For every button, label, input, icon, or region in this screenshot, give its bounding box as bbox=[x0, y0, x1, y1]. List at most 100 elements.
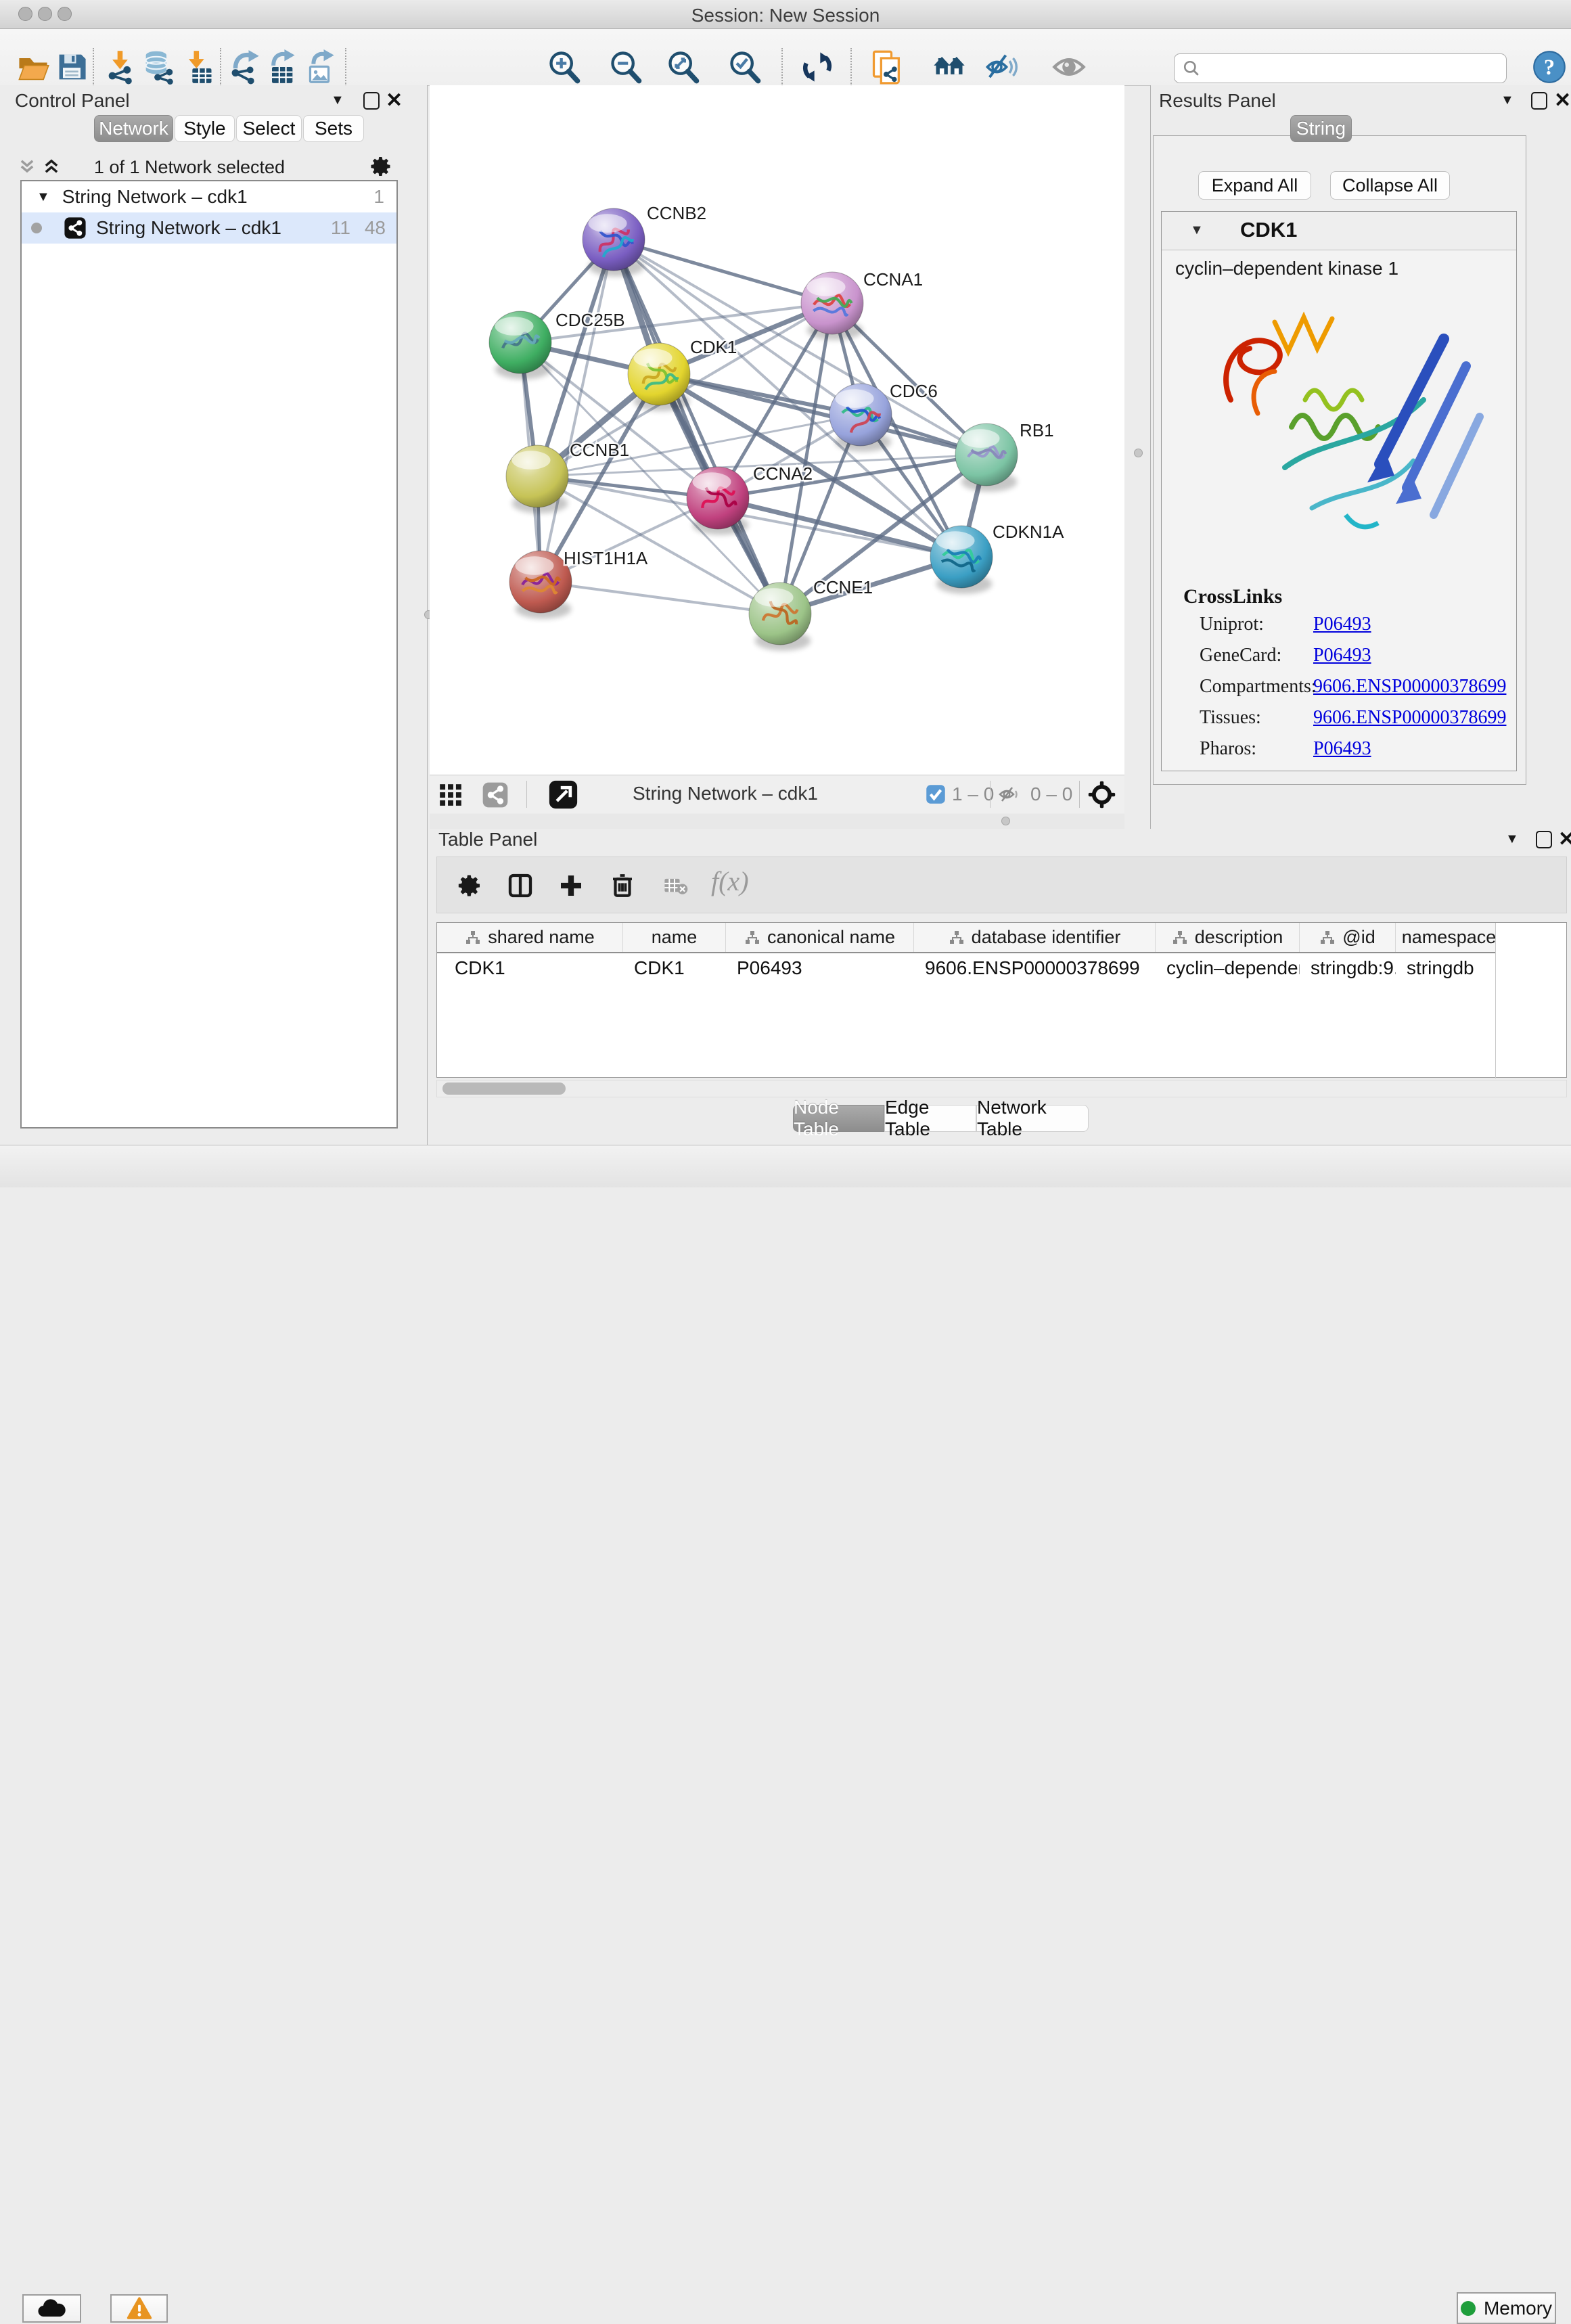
refresh-button[interactable] bbox=[798, 48, 836, 86]
crosslink-link[interactable]: P06493 bbox=[1313, 645, 1371, 666]
results-panel-menu-caret[interactable]: ▼ bbox=[1501, 93, 1514, 108]
control-panel-float-icon[interactable] bbox=[363, 92, 380, 110]
column-header[interactable]: @id bbox=[1300, 923, 1396, 952]
column-header[interactable]: canonical name bbox=[726, 923, 914, 952]
import-table-file-button[interactable] bbox=[179, 48, 217, 86]
scrollbar-thumb[interactable] bbox=[442, 1083, 566, 1095]
zoom-selected-button[interactable] bbox=[726, 48, 764, 86]
search-input[interactable] bbox=[1207, 58, 1498, 80]
table-panel-menu-caret[interactable]: ▼ bbox=[1505, 831, 1519, 847]
crosslink-link[interactable]: 9606.ENSP00000378699 bbox=[1313, 676, 1506, 698]
tab-sets[interactable]: Sets bbox=[303, 115, 364, 142]
column-header[interactable]: description bbox=[1156, 923, 1300, 952]
column-header[interactable]: name bbox=[623, 923, 726, 952]
table-scroll-area[interactable]: shared name name canonical name database… bbox=[436, 922, 1567, 1078]
add-column-icon[interactable] bbox=[557, 872, 585, 903]
clone-documents-icon bbox=[869, 49, 905, 85]
network-graph[interactable]: CCNB2CCNA1CDC25BCDK1CDC6RB1CCNB1CCNA2CDK… bbox=[430, 85, 1124, 775]
export-image-button[interactable] bbox=[300, 48, 338, 86]
results-panel-float-icon[interactable] bbox=[1531, 92, 1547, 110]
tab-network[interactable]: Network bbox=[94, 115, 173, 142]
node-rb1[interactable] bbox=[955, 424, 1018, 486]
column-header[interactable]: database identifier bbox=[914, 923, 1156, 952]
node-ccnb1[interactable] bbox=[506, 445, 568, 507]
table-cell[interactable]: cyclin–dependent ... bbox=[1156, 953, 1300, 983]
collapse-caret-icon[interactable]: ▼ bbox=[1190, 223, 1204, 238]
zoom-fit-button[interactable] bbox=[664, 48, 702, 86]
tab-select[interactable]: Select bbox=[236, 115, 302, 142]
table-horizontal-scrollbar[interactable] bbox=[436, 1080, 1567, 1097]
right-splitter-handle[interactable] bbox=[1134, 449, 1143, 457]
zoom-in-button[interactable] bbox=[545, 48, 583, 86]
network-options-gear-icon[interactable] bbox=[369, 154, 393, 182]
export-table-button[interactable] bbox=[262, 48, 300, 86]
crosslink-link[interactable]: 9606.ENSP00000378699 bbox=[1313, 707, 1506, 729]
birds-eye-view-icon[interactable] bbox=[1087, 780, 1116, 813]
node-cdk1[interactable] bbox=[628, 343, 690, 405]
memory-button[interactable]: Memory bbox=[1457, 2292, 1556, 2324]
import-network-database-button[interactable] bbox=[139, 48, 177, 86]
table-cell[interactable]: P06493 bbox=[726, 953, 914, 983]
node-cdc25b[interactable] bbox=[489, 311, 551, 373]
tree-expand-caret-icon[interactable]: ▼ bbox=[37, 189, 50, 205]
network-collection-row[interactable]: ▼ String Network – cdk1 1 bbox=[22, 181, 396, 212]
detach-view-button[interactable] bbox=[548, 779, 578, 813]
control-panel-close-icon[interactable]: ✕ bbox=[386, 91, 403, 111]
tab-string[interactable]: String bbox=[1290, 115, 1352, 142]
tab-style[interactable]: Style bbox=[175, 115, 235, 142]
table-panel-close-icon[interactable]: ✕ bbox=[1558, 829, 1571, 850]
column-header[interactable]: namespace bbox=[1396, 923, 1496, 952]
horizontal-splitter[interactable] bbox=[430, 814, 1124, 829]
table-panel-float-icon[interactable] bbox=[1536, 831, 1552, 848]
table-cell[interactable]: CDK1 bbox=[623, 953, 726, 983]
node-details-card: ▼ CDK1 cyclin–dependent kinase 1 CrossLi… bbox=[1161, 211, 1517, 771]
tab-network-table[interactable]: Network Table bbox=[976, 1105, 1089, 1132]
horizontal-splitter-handle[interactable] bbox=[1001, 817, 1010, 825]
selected-checkbox-icon[interactable] bbox=[926, 784, 946, 808]
table-cell[interactable]: stringdb bbox=[1396, 953, 1496, 983]
node-description: cyclin–dependent kinase 1 bbox=[1175, 258, 1398, 279]
clone-network-button[interactable] bbox=[868, 48, 906, 86]
table-cell[interactable]: stringdb:9... bbox=[1300, 953, 1396, 983]
network-row-selected[interactable]: String Network – cdk1 11 48 bbox=[22, 212, 396, 244]
collapse-all-button[interactable]: Collapse All bbox=[1330, 171, 1450, 200]
hide-selected-button[interactable] bbox=[982, 48, 1020, 86]
open-session-button[interactable] bbox=[14, 48, 52, 86]
node-details-header[interactable]: ▼ CDK1 bbox=[1162, 212, 1516, 250]
node-cdc6[interactable] bbox=[829, 384, 892, 446]
crosslink-link[interactable]: P06493 bbox=[1313, 738, 1371, 760]
table-cell[interactable]: CDK1 bbox=[437, 953, 623, 983]
network-canvas[interactable]: CCNB2CCNA1CDC25BCDK1CDC6RB1CCNB1CCNA2CDK… bbox=[430, 85, 1124, 775]
column-header[interactable]: shared name bbox=[437, 923, 623, 952]
results-panel-close-icon[interactable]: ✕ bbox=[1554, 91, 1571, 111]
export-network-button[interactable] bbox=[225, 48, 263, 86]
string-view-icon[interactable] bbox=[482, 781, 509, 812]
zoom-out-button[interactable] bbox=[607, 48, 645, 86]
show-columns-icon[interactable] bbox=[507, 872, 534, 903]
home-button[interactable] bbox=[930, 48, 968, 86]
control-panel-menu-caret[interactable]: ▼ bbox=[331, 93, 344, 108]
node-ccnb2[interactable] bbox=[583, 208, 645, 271]
tab-node-table[interactable]: Node Table bbox=[793, 1105, 884, 1132]
grid-view-icon[interactable] bbox=[438, 782, 463, 811]
delete-column-trash-icon[interactable] bbox=[608, 871, 637, 903]
toolbar-search[interactable] bbox=[1174, 53, 1507, 83]
cloud-status-button[interactable] bbox=[22, 2294, 81, 2323]
table-cell[interactable]: 9606.ENSP00000378699 bbox=[914, 953, 1156, 983]
crosslink-link[interactable]: P06493 bbox=[1313, 614, 1371, 635]
node-ccne1[interactable] bbox=[749, 583, 811, 645]
table-row[interactable]: CDK1 CDK1 P06493 9606.ENSP00000378699 cy… bbox=[437, 953, 1496, 983]
tab-edge-table[interactable]: Edge Table bbox=[884, 1105, 976, 1132]
table-options-gear-icon[interactable] bbox=[456, 872, 483, 903]
expand-all-button[interactable]: Expand All bbox=[1198, 171, 1311, 200]
show-all-button[interactable] bbox=[1050, 48, 1088, 86]
import-network-file-button[interactable] bbox=[101, 48, 139, 86]
help-button[interactable]: ? bbox=[1530, 48, 1568, 86]
node-ccna2[interactable] bbox=[687, 467, 749, 529]
save-session-button[interactable] bbox=[53, 48, 91, 86]
node-cdkn1a[interactable] bbox=[930, 526, 993, 588]
node-hist1h1a[interactable] bbox=[509, 551, 572, 613]
eye-slash-icon bbox=[984, 49, 1019, 85]
warnings-button[interactable] bbox=[110, 2294, 168, 2323]
node-ccna1[interactable] bbox=[801, 272, 863, 334]
